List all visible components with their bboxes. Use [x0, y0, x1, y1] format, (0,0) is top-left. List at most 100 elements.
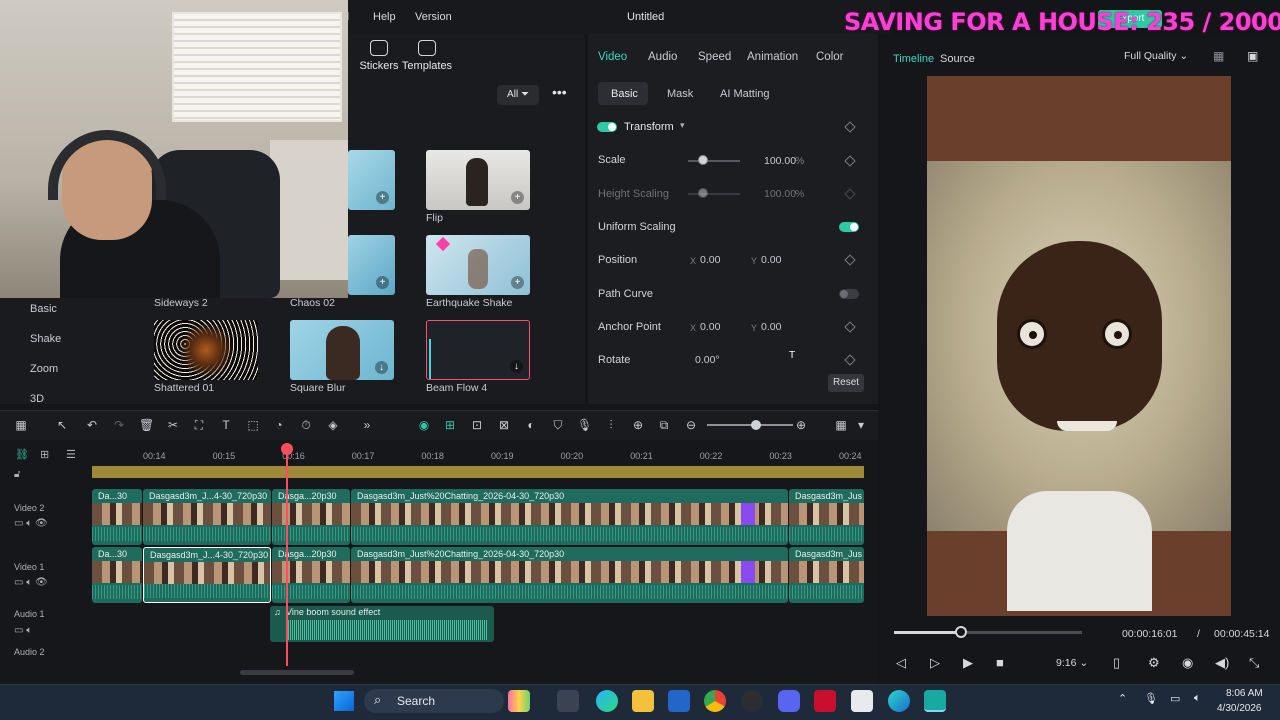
windows-start-icon[interactable] — [334, 691, 354, 711]
category-zoom[interactable]: Zoom — [30, 363, 58, 375]
settings-icon[interactable]: ⚙ — [1148, 655, 1160, 671]
effect-thumb-partial-2[interactable]: + — [348, 235, 395, 295]
path-curve-toggle[interactable] — [839, 289, 859, 299]
obs-icon[interactable] — [741, 690, 763, 712]
adobe-icon[interactable] — [814, 690, 836, 712]
scale-value[interactable]: 100.00 — [764, 155, 796, 167]
clip-v1-0[interactable]: Da...30 — [92, 547, 142, 603]
clip-v2-0[interactable]: Da...30 — [92, 489, 142, 545]
aspect-select[interactable]: 9:16 ⌄ — [1056, 657, 1088, 669]
zoom-slider-knob[interactable] — [751, 420, 761, 430]
menu-help[interactable]: Help — [373, 11, 396, 23]
effect-thumb-shattered[interactable] — [154, 320, 258, 380]
clip-v2-4[interactable]: Dasgasd3m_Jus — [789, 489, 864, 545]
zoom-in-icon[interactable]: ⊕ — [794, 418, 808, 432]
track-lock-icon[interactable]: ▭ 🔈︎ 👁︎ — [14, 518, 48, 529]
reset-button[interactable]: Reset — [828, 374, 864, 392]
taskbar-date[interactable]: 4/30/2026 — [1217, 703, 1262, 714]
chevron-up-icon[interactable]: ⌃ — [1118, 692, 1127, 705]
uniform-scaling-toggle[interactable] — [839, 222, 859, 232]
effect-thumb-partial-1[interactable]: + — [348, 150, 395, 210]
render-icon[interactable]: ▯ — [1113, 655, 1120, 671]
clip-v1-1-selected[interactable]: Dasgasd3m_J...4-30_720p30 — [143, 547, 271, 603]
edge-icon[interactable] — [596, 690, 618, 712]
chevron-down-icon[interactable]: ▾ — [680, 120, 685, 131]
clip-v1-3[interactable]: Dasgasd3m_Just%20Chatting_2026-04-30_720… — [351, 547, 788, 603]
subtab-basic[interactable]: Basic — [611, 88, 638, 100]
file-explorer-icon[interactable] — [632, 690, 654, 712]
tab-color[interactable]: Color — [816, 51, 843, 63]
ai-copilot-icon[interactable]: ⊕ — [631, 418, 645, 432]
chevron-down-icon[interactable]: ▾ — [854, 418, 868, 432]
snapshot-icon[interactable]: ◉ — [1182, 655, 1193, 671]
zoom-out-icon[interactable]: ⊖ — [684, 418, 698, 432]
category-basic[interactable]: Basic — [30, 303, 57, 315]
playhead[interactable] — [286, 446, 288, 666]
scale-slider[interactable] — [688, 160, 740, 162]
clip-v1-2[interactable]: Dasga...20p30 — [272, 547, 350, 603]
store-icon[interactable] — [668, 690, 690, 712]
stop-icon[interactable]: ■ — [996, 655, 1004, 670]
taskbar-time[interactable]: 8:06 AM — [1226, 688, 1263, 699]
transform-toggle[interactable] — [597, 122, 617, 132]
quality-select[interactable]: Full Quality ⌄ — [1124, 50, 1188, 62]
timer-icon[interactable]: ⏱ — [299, 418, 313, 432]
menu-version[interactable]: Version — [415, 11, 452, 23]
grid-icon[interactable]: ▦ — [1213, 49, 1224, 63]
rotate-value[interactable]: 0.00° — [695, 354, 720, 366]
tab-speed[interactable]: Speed — [698, 51, 731, 63]
track-manager-icon[interactable]: ☰ — [66, 448, 76, 461]
subtab-mask[interactable]: Mask — [667, 88, 693, 100]
snap-toggle-icon[interactable]: ◉ — [417, 418, 431, 432]
lock-icon[interactable]: 🔓︎ — [14, 469, 20, 480]
crop-icon[interactable]: ⛶ — [192, 418, 206, 432]
task-view-icon[interactable] — [557, 690, 579, 712]
redo-icon[interactable]: ↷ — [112, 418, 126, 432]
microphone-tray-icon[interactable]: 🎙︎ — [1144, 692, 1158, 705]
audio-clip[interactable]: ♫ Vine boom sound effect — [270, 606, 494, 642]
more-tools-icon[interactable]: » — [360, 418, 374, 432]
filter-all-button[interactable]: All ⏷ — [497, 85, 539, 105]
more-options-icon[interactable]: ••• — [552, 84, 567, 100]
delete-icon[interactable]: 🗑 — [139, 418, 154, 432]
position-x-value[interactable]: 0.00 — [700, 254, 720, 266]
category-shake[interactable]: Shake — [30, 333, 61, 345]
clip-v2-1[interactable]: Dasgasd3m_J...4-30_720p30 — [143, 489, 271, 545]
magnet-icon[interactable]: ⊞ — [443, 418, 457, 432]
effect-thumb-square-blur[interactable]: ↓ — [290, 320, 394, 380]
effect-thumb-earthquake[interactable]: + — [426, 235, 530, 295]
discord-icon[interactable] — [778, 690, 800, 712]
effect-thumb-beam-flow[interactable]: ↓ — [426, 320, 530, 380]
notepad-icon[interactable] — [851, 690, 873, 712]
tab-templates[interactable]: Templates — [397, 40, 457, 72]
add-track-icon[interactable]: ⊞ — [40, 448, 49, 461]
timeline-scrollbar[interactable] — [240, 670, 354, 675]
effect-thumb-flip[interactable]: + — [426, 150, 530, 210]
speed-icon[interactable]: ◔ — [272, 418, 286, 432]
tab-video[interactable]: Video — [598, 51, 627, 63]
height-scaling-value[interactable]: 100.00 — [764, 188, 796, 200]
auto-edit-icon[interactable]: ⊠ — [497, 418, 511, 432]
tab-source-preview[interactable]: Source — [940, 53, 975, 65]
scale-slider-knob[interactable] — [698, 155, 708, 165]
pip-icon[interactable]: ⧉ — [657, 418, 671, 432]
tab-animation[interactable]: Animation — [747, 51, 798, 63]
image-icon[interactable]: ▣ — [1247, 49, 1258, 63]
timeline-grid-icon[interactable]: ▦ — [834, 418, 848, 432]
clip-v1-4[interactable]: Dasgasd3m_Jus — [789, 547, 864, 603]
microphone-icon[interactable]: 🎙 — [577, 418, 592, 432]
volume-icon[interactable]: ◀) — [1215, 655, 1229, 671]
ai-tool-icon[interactable]: ⬚ — [246, 418, 260, 432]
zoom-slider[interactable] — [707, 424, 793, 426]
tab-timeline-preview[interactable]: Timeline — [893, 53, 934, 65]
layout-icon[interactable]: ▦ — [14, 418, 28, 432]
position-y-value[interactable]: 0.00 — [761, 254, 781, 266]
play-icon[interactable]: ▶ — [963, 655, 973, 671]
preview-progress-knob[interactable] — [954, 626, 967, 638]
track-lock-icon[interactable]: ▭ 🔈︎ 👁︎ — [14, 577, 48, 588]
subtab-ai-matting[interactable]: AI Matting — [720, 88, 770, 100]
app-icon[interactable] — [888, 690, 910, 712]
height-scaling-slider[interactable] — [688, 193, 740, 195]
category-3d[interactable]: 3D — [30, 393, 44, 405]
speaker-icon[interactable]: 🔈︎ — [1194, 692, 1201, 705]
